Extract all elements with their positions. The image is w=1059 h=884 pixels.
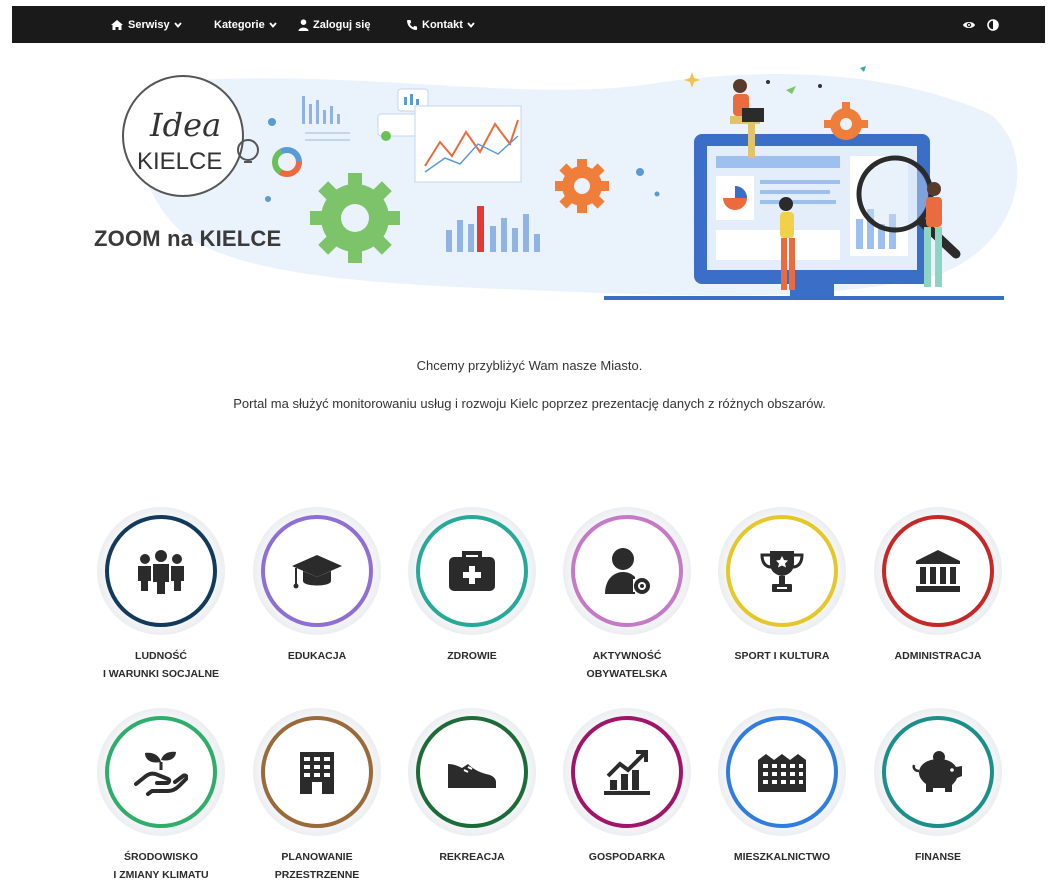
- phone-icon: [407, 19, 417, 30]
- medical-kit-icon: [446, 549, 498, 593]
- category-disc: [718, 708, 846, 836]
- nav-zaloguj[interactable]: Zaloguj się: [298, 6, 374, 43]
- hero-illustration: Idea KIELCE: [122, 66, 1018, 300]
- contrast-icon[interactable]: [987, 18, 999, 36]
- category-disc: [408, 708, 536, 836]
- institution-icon: [914, 548, 962, 594]
- trophy-icon: [758, 547, 806, 595]
- category-tile-plant-hand[interactable]: ŚRODOWISKO I ZMIANY KLIMATU: [86, 708, 236, 884]
- hero-banner: Idea KIELCE ZOOM na KIELCE: [0, 44, 1059, 314]
- category-label: SPORT I KULTURA: [734, 650, 830, 662]
- hero-title: ZOOM na KIELCE: [94, 226, 282, 251]
- category-disc: [563, 708, 691, 836]
- category-disc: [253, 507, 381, 635]
- category-ring: [882, 515, 994, 627]
- eye-icon[interactable]: [962, 18, 976, 36]
- category-label: FINANSE: [914, 851, 962, 863]
- category-label: LUDNOŚĆ I WARUNKI SOCJALNE: [102, 650, 220, 680]
- top-navbar: Serwisy Kategorie Zaloguj się Kontakt: [12, 6, 1045, 43]
- intro-line-1: Chcemy przybliżyć Wam nasze Miasto.: [416, 358, 643, 373]
- nav-zaloguj-label: Zaloguj się: [313, 18, 371, 31]
- category-ring: [882, 716, 994, 828]
- category-disc: [874, 507, 1002, 635]
- category-disc: [563, 507, 691, 635]
- category-ring: [261, 716, 373, 828]
- category-tile-building[interactable]: PLANOWANIE PRZESTRZENNE: [242, 708, 392, 884]
- chevron-down-icon: [269, 21, 277, 28]
- category-ring: [726, 716, 838, 828]
- category-ring: [105, 515, 217, 627]
- nav-serwisy[interactable]: Serwisy: [110, 6, 182, 43]
- category-ring: [416, 716, 528, 828]
- category-ring: [571, 515, 683, 627]
- category-label: GOSPODARKA: [588, 851, 666, 863]
- category-tile-medical-kit[interactable]: ZDROWIE: [397, 507, 547, 665]
- building-icon: [294, 748, 340, 796]
- plant-hand-icon: [134, 748, 188, 796]
- nav-kategorie-label: Kategorie: [214, 18, 265, 31]
- user-gear-icon: [602, 546, 652, 596]
- category-label: EDUKACJA: [287, 650, 347, 662]
- category-tile-user-gear[interactable]: AKTYWNOŚĆ OBYWATELSKA: [552, 507, 702, 683]
- category-tile-institution[interactable]: ADMINISTRACJA: [863, 507, 1013, 665]
- category-ring: [261, 515, 373, 627]
- category-disc: [718, 507, 846, 635]
- chevron-down-icon: [173, 21, 182, 28]
- nav-kontakt-label: Kontakt: [422, 18, 463, 31]
- category-label: AKTYWNOŚĆ OBYWATELSKA: [586, 650, 668, 680]
- nav-kategorie[interactable]: Kategorie: [210, 6, 277, 43]
- category-ring: [105, 716, 217, 828]
- category-tile-piggy-bank[interactable]: FINANSE: [863, 708, 1013, 866]
- category-label: ADMINISTRACJA: [894, 650, 982, 662]
- user-icon: [298, 18, 309, 31]
- category-disc: [408, 507, 536, 635]
- chevron-down-icon: [467, 21, 475, 28]
- home-icon: [111, 19, 123, 30]
- category-tile-housing[interactable]: MIESZKALNICTWO: [707, 708, 857, 866]
- nav-kontakt[interactable]: Kontakt: [406, 6, 475, 43]
- category-tile-growth-chart[interactable]: GOSPODARKA: [552, 708, 702, 866]
- category-ring: [416, 515, 528, 627]
- category-tile-graduation-cap[interactable]: EDUKACJA: [242, 507, 392, 665]
- sneaker-icon: [444, 754, 500, 790]
- category-ring: [726, 515, 838, 627]
- category-label: ZDROWIE: [447, 650, 497, 662]
- people-icon: [136, 548, 186, 594]
- intro-line-2: Portal ma służyć monitorowaniu usług i r…: [233, 396, 826, 411]
- growth-chart-icon: [602, 748, 652, 796]
- logo-line2: KIELCE: [137, 148, 222, 175]
- logo-line1: Idea: [149, 106, 221, 144]
- category-tile-people[interactable]: LUDNOŚĆ I WARUNKI SOCJALNE: [86, 507, 236, 683]
- category-disc: [253, 708, 381, 836]
- category-tile-trophy[interactable]: SPORT I KULTURA: [707, 507, 857, 665]
- category-disc: [97, 507, 225, 635]
- nav-serwisy-label: Serwisy: [128, 18, 170, 31]
- category-ring: [571, 716, 683, 828]
- category-label: PLANOWANIE PRZESTRZENNE: [274, 851, 360, 881]
- category-disc: [97, 708, 225, 836]
- housing-icon: [756, 750, 808, 794]
- graduation-cap-icon: [290, 549, 344, 593]
- piggy-bank-icon: [911, 749, 965, 795]
- category-label: REKREACJA: [439, 851, 505, 863]
- category-label: MIESZKALNICTWO: [733, 851, 831, 863]
- category-label: ŚRODOWISKO I ZMIANY KLIMATU: [113, 851, 209, 881]
- category-tile-sneaker[interactable]: REKREACJA: [397, 708, 547, 866]
- category-disc: [874, 708, 1002, 836]
